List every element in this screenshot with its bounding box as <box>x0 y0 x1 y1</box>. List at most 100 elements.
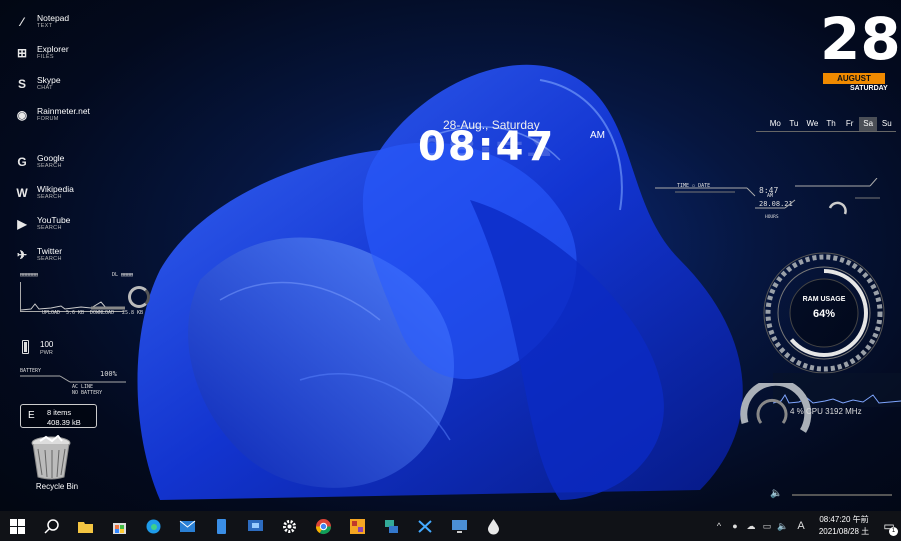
battery-power-label: PWR <box>40 350 53 356</box>
network-tray-icon[interactable]: ▭ <box>759 511 775 541</box>
launcher-item-explorer[interactable]: ⊞ Explorer FILES <box>14 37 134 68</box>
launcher-sub: FILES <box>37 54 54 60</box>
launcher-sub: FORUM <box>37 116 59 122</box>
recycle-bin-info[interactable]: E 8 items 408.39 kB <box>20 404 97 428</box>
mail-button[interactable] <box>170 511 204 541</box>
network-graph <box>20 282 126 312</box>
snipping-button[interactable] <box>408 511 442 541</box>
recycle-size: 408.39 kB <box>47 418 81 427</box>
file-explorer-button[interactable] <box>68 511 102 541</box>
weekday-su: Su <box>881 119 892 128</box>
ram-title: RAM USAGE <box>802 296 846 303</box>
launcher-name: Rainmeter.net <box>37 105 90 116</box>
launcher-name: YouTube <box>37 214 71 225</box>
store-button[interactable] <box>102 511 136 541</box>
launcher-item-skype[interactable]: S Skype CHAT <box>14 68 134 99</box>
upload-label: UPLOAD <box>42 310 61 316</box>
rainmeter-button[interactable] <box>476 511 510 541</box>
tray-date: 2021/08/28 土 <box>818 527 870 536</box>
launcher-item-rainmeter-net[interactable]: ◉ Rainmeter.net FORUM <box>14 99 134 130</box>
launcher-name: Wikipedia <box>37 183 74 194</box>
windows-icon <box>9 518 25 534</box>
start-button[interactable] <box>0 511 34 541</box>
google-icon: G <box>17 154 27 169</box>
edge-button[interactable] <box>136 511 170 541</box>
launcher-name: Notepad <box>37 12 70 23</box>
weekday-tu: Tu <box>789 119 799 128</box>
ime-indicator[interactable]: A <box>791 511 811 541</box>
show-hidden-icons-chevron-up-icon[interactable]: ^ <box>711 511 727 541</box>
rainmeter-drop-icon <box>487 518 499 534</box>
notification-center-button[interactable]: ▭ 1 <box>877 511 901 541</box>
remote-desktop-icon <box>247 519 263 531</box>
launcher-sub: SEARCH <box>37 163 62 169</box>
battery-icon <box>22 340 29 354</box>
search-button[interactable] <box>34 511 68 541</box>
connect-button[interactable] <box>442 511 476 541</box>
speaker-tray-icon[interactable]: 🔈 <box>775 511 791 541</box>
week-divider <box>756 131 896 132</box>
paint-button[interactable] <box>340 511 374 541</box>
launcher-item-google[interactable]: G Google SEARCH <box>14 146 134 177</box>
system-tray: ^ ● ☁ ▭ 🔈 A 08:47:20 午前 2021/08/28 土 ▭ 1 <box>711 511 901 541</box>
launcher-name: Explorer <box>37 43 69 54</box>
phone-button[interactable] <box>204 511 238 541</box>
windows-icon: ⊞ <box>16 45 28 60</box>
mail-icon <box>179 520 195 532</box>
launcher-item-twitter[interactable]: ✈ Twitter SEARCH <box>14 239 134 270</box>
weekday-sa: Sa <box>858 117 878 131</box>
tray-time: 08:47:20 午前 <box>819 515 869 524</box>
droplet-tray-icon[interactable]: ● <box>727 511 743 541</box>
volume-slider[interactable]: 🔈 <box>770 488 895 501</box>
volume-track[interactable] <box>792 494 892 496</box>
calendar-day: 28 <box>820 5 901 73</box>
tray-clock[interactable]: 08:47:20 午前 2021/08/28 土 <box>811 514 877 538</box>
launcher-item-notepad[interactable]: ⁄ Notepad TEXT <box>14 6 134 37</box>
remote-desktop-button[interactable] <box>238 511 272 541</box>
cpu-readout: 4 % CPU 3192 MHz <box>790 407 862 416</box>
clock-ampm: AM <box>590 130 605 141</box>
calendar-month: AUGUST <box>823 73 885 84</box>
battery-value: 100 <box>40 340 54 349</box>
weekday-th: Th <box>826 119 836 128</box>
launcher-sub: SEARCH <box>37 225 62 231</box>
week-bar: Mo Tu We Th Fr Sa Su <box>766 117 896 131</box>
gear-icon <box>282 519 296 533</box>
ram-gauge: RAM USAGE 64% <box>759 248 889 378</box>
network-ring <box>128 286 150 308</box>
launcher-sub: SEARCH <box>37 194 62 200</box>
chrome-button[interactable] <box>306 511 340 541</box>
no-battery-label: NO BATTERY <box>72 390 103 396</box>
cloud-tray-icon[interactable]: ☁ <box>743 511 759 541</box>
recycle-bin-icon[interactable] <box>30 434 72 481</box>
scissors-icon <box>417 519 432 533</box>
launcher-sub: CHAT <box>37 85 53 91</box>
network-tool-button[interactable] <box>374 511 408 541</box>
folder-icon <box>77 521 93 533</box>
battery-bar: BATTERY 100% AC LINE NO BATTERY <box>20 368 130 396</box>
hud-ampm: AM <box>767 193 774 199</box>
calendar-weekday: SATURDAY <box>850 85 888 92</box>
launcher-item-wikipedia[interactable]: W Wikipedia SEARCH <box>14 177 134 208</box>
weekday-mo: Mo <box>769 119 781 128</box>
launcher-item-youtube[interactable]: ▶ YouTube SEARCH <box>14 208 134 239</box>
notification-badge: 1 <box>889 527 898 536</box>
network-meter: ▤▤▤▤▤▤ DL ▤▤▤▤ UPLOAD 5.6 KB DOWNLOAD 25… <box>16 272 150 322</box>
hud-cluster: TIME ▫ DATE 8:47 AM 28.08.21 HOURS <box>655 178 895 228</box>
recycle-bin-label: Recycle Bin <box>35 482 79 491</box>
search-icon <box>43 518 59 534</box>
settings-button[interactable] <box>272 511 306 541</box>
taskbar: ^ ● ☁ ▭ 🔈 A 08:47:20 午前 2021/08/28 土 ▭ 1 <box>0 511 901 541</box>
drive-letter: E <box>28 410 35 421</box>
ram-value: 64% <box>812 308 836 320</box>
hud-hours: HOURS <box>765 215 779 220</box>
rainmeter-drop-icon: ◉ <box>16 107 28 122</box>
hud-date: 28.08.21 <box>759 200 793 208</box>
launcher-sub: TEXT <box>37 23 53 29</box>
clock-reflection: 08:47 <box>418 132 556 160</box>
launcher-panel: ⁄ Notepad TEXT ⊞ Explorer FILES S Skype CHAT ◉ Rai… <box>14 6 134 270</box>
phone-icon <box>216 518 226 534</box>
launcher-name: Google <box>37 152 65 163</box>
notepad-icon: ⁄ <box>20 14 23 29</box>
download-value: 25.8 KB <box>122 310 144 316</box>
